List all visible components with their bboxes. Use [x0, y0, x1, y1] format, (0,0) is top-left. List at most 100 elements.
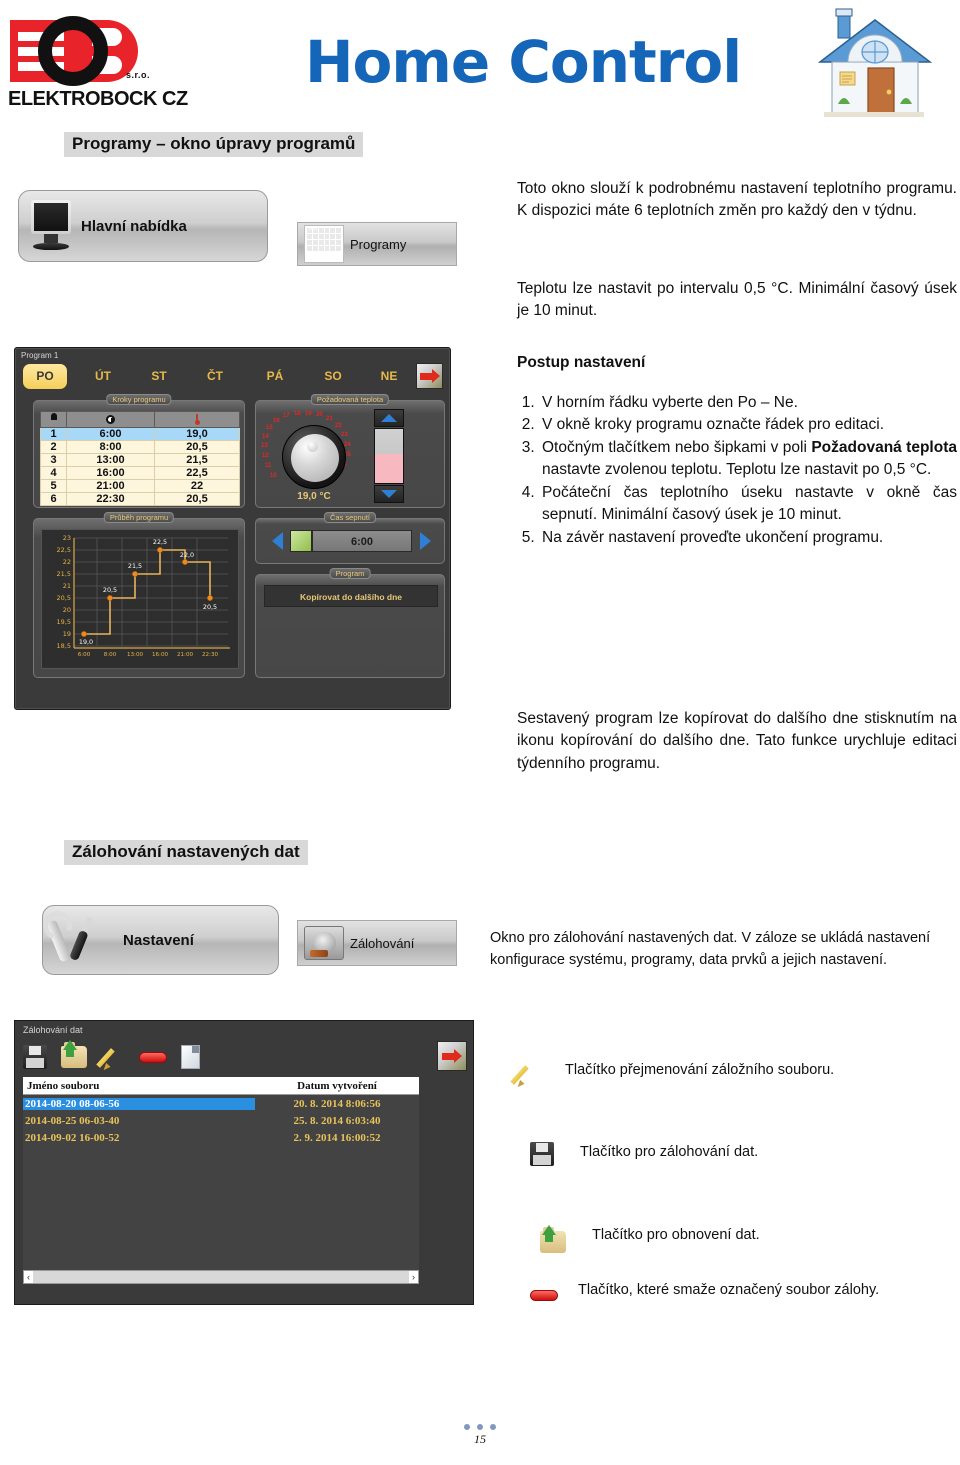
- svg-text:13:00: 13:00: [127, 652, 144, 658]
- backup-table-header: Jméno souboru Datum vytvoření: [23, 1077, 419, 1095]
- panel-switch-time: Čas sepnutí 6:00: [255, 512, 445, 564]
- table-row[interactable]: 4 16:00 22,5: [40, 466, 240, 480]
- file-name: 2014-08-25 06-03-40: [25, 1114, 120, 1127]
- svg-text:20: 20: [63, 606, 71, 614]
- day-tab-ct[interactable]: ČT: [193, 364, 237, 389]
- copy-to-next-day-button[interactable]: Kopírovat do dalšího dne: [264, 585, 438, 607]
- page-title: Home Control: [305, 28, 742, 96]
- main-menu-button[interactable]: Hlavní nabídka: [18, 190, 268, 262]
- programy-button[interactable]: Programy: [297, 222, 457, 266]
- col-filename: Jméno souboru: [27, 1079, 100, 1092]
- dial-tick: 20: [316, 412, 323, 418]
- table-row[interactable]: 5 21:00 22: [40, 479, 240, 493]
- calendar-icon: [304, 225, 344, 263]
- table-row[interactable]: 3 13:00 21,5: [40, 453, 240, 467]
- tools-icon: [45, 914, 115, 966]
- chevron-up-icon[interactable]: [374, 409, 404, 427]
- day-tab-so[interactable]: SO: [311, 364, 355, 389]
- scroll-right-arrow[interactable]: ›: [409, 1271, 418, 1283]
- red-minus-icon[interactable]: [139, 1051, 167, 1063]
- svg-text:22: 22: [63, 558, 71, 566]
- svg-text:6:00: 6:00: [78, 652, 91, 658]
- table-row[interactable]: 6 22:30 20,5: [40, 492, 240, 506]
- svg-text:21,5: 21,5: [128, 562, 142, 570]
- pencil-icon[interactable]: [101, 1045, 125, 1069]
- chevron-right-icon[interactable]: [412, 528, 438, 554]
- steps-ol: V horním řádku vyberte den Po – Ne. V ok…: [517, 392, 957, 549]
- dial-tick: 12: [262, 453, 269, 459]
- temperature-dial[interactable]: 10 11 12 13 14 15 16 17 18 19 20 21 22 2…: [261, 411, 364, 503]
- panel-time-caption: Čas sepnutí: [323, 512, 377, 523]
- temperature-spinner[interactable]: [374, 409, 404, 503]
- dial-tick: 15: [266, 425, 273, 431]
- logo-letter-o: [38, 16, 108, 86]
- exit-door-icon[interactable]: [437, 1041, 467, 1071]
- section-title-backup: Zálohování nastavených dat: [64, 840, 308, 865]
- panel-program-graph: Průběh programu 23 22,5 22 21,5 21 20,5 …: [33, 512, 245, 678]
- nastaveni-button[interactable]: Nastavení: [42, 905, 279, 975]
- page-footer: 15: [0, 1424, 960, 1447]
- exit-door-icon[interactable]: [416, 363, 443, 389]
- main-menu-label: Hlavní nabídka: [81, 217, 187, 235]
- folder-up-icon: [540, 1225, 566, 1253]
- day-tab-ne[interactable]: NE: [367, 364, 411, 389]
- paragraph-intro: Toto okno slouží k podrobnému nastavení …: [517, 180, 957, 220]
- step-temp: 22,5: [154, 466, 240, 480]
- zalohovani-button[interactable]: Zálohování: [297, 920, 457, 966]
- table-row[interactable]: 1 6:00 19,0: [40, 427, 240, 441]
- svg-text:21:00: 21:00: [177, 652, 194, 658]
- paragraph-copy: Sestavený program lze kopírovat do další…: [517, 710, 957, 772]
- program-window-title: Program 1: [21, 351, 59, 360]
- list-item[interactable]: 2014-08-25 06-03-40 25. 8. 2014 6:03:40: [23, 1112, 419, 1129]
- svg-text:20,5: 20,5: [57, 594, 71, 602]
- step-time: 21:00: [66, 479, 155, 493]
- dial-value: 19,0 °C: [297, 491, 331, 502]
- chevron-down-icon[interactable]: [374, 485, 404, 503]
- step-temp: 21,5: [154, 453, 240, 467]
- step-time: 13:00: [66, 453, 155, 467]
- page-icon[interactable]: [181, 1045, 200, 1069]
- list-item[interactable]: 2014-08-20 08-06-56 20. 8. 2014 8:06:56: [23, 1095, 419, 1112]
- dial-tick: 16: [273, 418, 280, 424]
- zalohovani-label: Zálohování: [350, 935, 415, 951]
- list-item[interactable]: 2014-09-02 16-00-52 2. 9. 2014 16:00:52: [23, 1129, 419, 1146]
- dial-ring[interactable]: [282, 425, 346, 489]
- floppy-icon[interactable]: [23, 1045, 47, 1069]
- step-index: 1: [40, 427, 67, 441]
- dial-tick: 19: [305, 411, 312, 417]
- dial-tick: 17: [283, 413, 290, 419]
- step-temp: 20,5: [154, 440, 240, 454]
- postup-heading: Postup nastavení: [517, 354, 646, 371]
- backup-file-list[interactable]: 2014-08-20 08-06-56 20. 8. 2014 8:06:56 …: [23, 1095, 419, 1270]
- logo-mark: s.r.o.: [8, 14, 193, 94]
- legend-delete-text: Tlačítko, které smaže označený soubor zá…: [578, 1282, 880, 1298]
- horizontal-scrollbar[interactable]: ‹ ›: [23, 1270, 419, 1284]
- step-temp: 19,0: [154, 427, 240, 441]
- paragraph-backup: Okno pro zálohování nastavených dat. V z…: [490, 930, 931, 968]
- switch-time-row: 6:00: [264, 527, 438, 555]
- folder-up-icon[interactable]: [61, 1040, 87, 1068]
- time-indicator: [290, 530, 312, 552]
- dial-knob[interactable]: [291, 434, 339, 482]
- file-date: 25. 8. 2014 6:03:40: [293, 1114, 381, 1127]
- svg-text:22,5: 22,5: [57, 546, 71, 554]
- table-header-row: [40, 411, 240, 428]
- legend-restore: Tlačítko pro obnovení dat.: [540, 1225, 955, 1253]
- day-tab-st[interactable]: ST: [137, 364, 181, 389]
- chevron-left-icon[interactable]: [264, 528, 290, 554]
- program-steps-table[interactable]: 1 6:00 19,0 2 8:00 20,5 3 13:00 21,5 4 1…: [40, 411, 240, 506]
- scroll-left-arrow[interactable]: ‹: [24, 1271, 33, 1283]
- svg-text:18,5: 18,5: [57, 642, 71, 650]
- day-tab-ut[interactable]: ÚT: [81, 364, 125, 389]
- day-tab-po[interactable]: PO: [23, 364, 67, 389]
- svg-text:22,5: 22,5: [153, 538, 167, 546]
- nastaveni-label: Nastavení: [123, 931, 194, 949]
- step-item: Na závěr nastavení proveďte ukončení pro…: [539, 527, 957, 549]
- file-date: 2. 9. 2014 16:00:52: [293, 1131, 381, 1144]
- day-tab-pa[interactable]: PÁ: [253, 364, 297, 389]
- switch-time-value[interactable]: 6:00: [312, 530, 412, 552]
- file-date: 20. 8. 2014 8:06:56: [293, 1097, 381, 1110]
- floppy-icon: [530, 1142, 554, 1166]
- temperature-slider-track[interactable]: [374, 428, 404, 484]
- table-row[interactable]: 2 8:00 20,5: [40, 440, 240, 454]
